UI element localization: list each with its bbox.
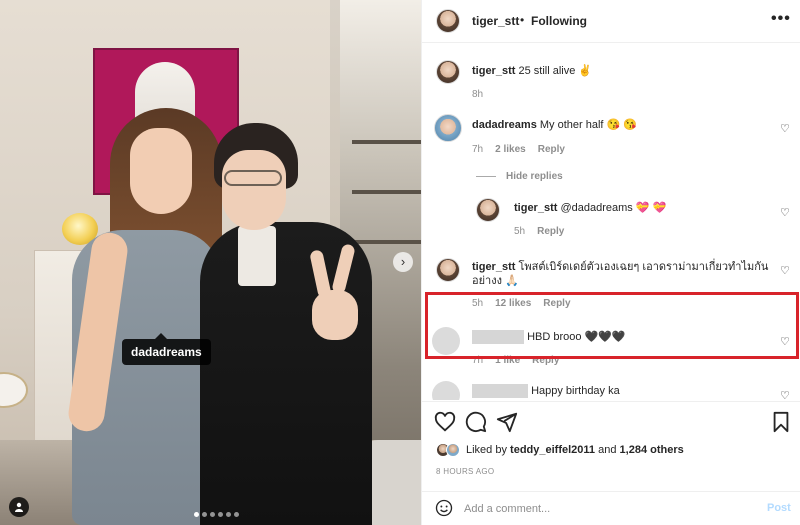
avatar[interactable] — [476, 198, 500, 222]
photo-user-tag[interactable]: dadadreams — [122, 333, 211, 365]
avatar[interactable] — [436, 60, 460, 84]
reply-button[interactable]: Reply — [538, 144, 565, 155]
heart-icon[interactable]: ♡ — [780, 264, 790, 277]
comment-time: 7h — [472, 144, 484, 155]
carousel-dot — [194, 512, 199, 517]
chevron-right-icon[interactable]: › — [393, 252, 413, 272]
hide-replies-button[interactable]: Hide replies — [476, 171, 563, 182]
comment-time: 5h — [514, 226, 526, 237]
heart-icon[interactable] — [434, 411, 456, 433]
liked-by-user[interactable]: teddy_eiffel2011 — [510, 444, 595, 456]
heart-icon[interactable]: ♡ — [780, 122, 790, 135]
woman-face — [130, 128, 192, 214]
post-photo[interactable]: dadadreams › — [0, 0, 421, 525]
comment-username[interactable]: dadadreams — [472, 119, 537, 131]
caption-text: 25 still alive ✌️ — [518, 65, 593, 77]
man-shirt — [238, 226, 276, 286]
comment-icon[interactable] — [465, 411, 487, 433]
photo-shelf — [352, 190, 421, 194]
heart-icon[interactable]: ♡ — [780, 389, 790, 400]
photo-shelf — [352, 240, 421, 244]
man-face — [222, 150, 286, 230]
reply-button[interactable]: Reply — [537, 226, 564, 237]
share-icon[interactable] — [496, 411, 518, 433]
carousel-dots — [194, 512, 239, 517]
caption-time: 8h — [472, 89, 484, 100]
avatar[interactable] — [434, 114, 462, 142]
carousel-dot — [210, 512, 215, 517]
avatar[interactable] — [436, 9, 460, 33]
heart-icon[interactable]: ♡ — [780, 206, 790, 219]
comment-text: My other half 😘 😘 — [539, 119, 637, 131]
user-tag-icon[interactable] — [9, 497, 29, 517]
comment-username[interactable]: tiger_stt — [514, 202, 557, 214]
header-username[interactable]: tiger_stt — [472, 14, 519, 28]
post-side-panel: tiger_stt • Following ••• tiger_stt 25 s… — [421, 0, 800, 525]
avatar[interactable] — [446, 443, 460, 457]
comments-list[interactable]: tiger_stt 25 still alive ✌️ 8h dadadream… — [422, 44, 800, 400]
post-time[interactable]: 8 HOURS AGO — [436, 467, 494, 476]
peace-hand — [312, 290, 358, 340]
liked-by-and: and — [598, 444, 617, 456]
bookmark-icon[interactable] — [770, 411, 792, 433]
post-actions: Liked by teddy_eiffel2011 and 1,284 othe… — [422, 401, 800, 491]
carousel-dot — [226, 512, 231, 517]
man-glasses — [224, 170, 282, 186]
comment-username[interactable]: tiger_stt — [472, 261, 515, 273]
comment-likes[interactable]: 2 likes — [495, 144, 526, 155]
post-header: tiger_stt • Following ••• — [422, 0, 800, 43]
liked-by-prefix: Liked by — [466, 444, 507, 456]
highlight-box — [425, 292, 799, 359]
following-button[interactable]: Following — [531, 14, 587, 28]
avatar[interactable] — [432, 381, 460, 400]
header-separator: • — [520, 13, 525, 27]
comment-text: โพสต์เบิร์ดเดย์ตัวเองเฉยๆ เอาดราม่ามาเกี… — [472, 261, 769, 287]
carousel-dot — [202, 512, 207, 517]
add-comment-bar: Post — [422, 491, 800, 525]
liked-by: Liked by teddy_eiffel2011 and 1,284 othe… — [436, 443, 684, 457]
caption-username[interactable]: tiger_stt — [472, 65, 515, 77]
liked-by-others[interactable]: 1,284 others — [620, 444, 684, 456]
carousel-dot — [234, 512, 239, 517]
comment-input[interactable] — [464, 500, 744, 518]
emoji-icon[interactable] — [435, 499, 453, 517]
post-button[interactable]: Post — [767, 502, 791, 514]
avatar[interactable] — [436, 258, 460, 282]
comment-text: Happy birthday ka — [531, 385, 620, 397]
comment-text: @dadadreams 💝 💝 — [560, 202, 667, 214]
carousel-dot — [218, 512, 223, 517]
photo-shelf — [352, 140, 421, 144]
redacted-username — [472, 384, 528, 399]
more-icon[interactable]: ••• — [771, 10, 791, 28]
